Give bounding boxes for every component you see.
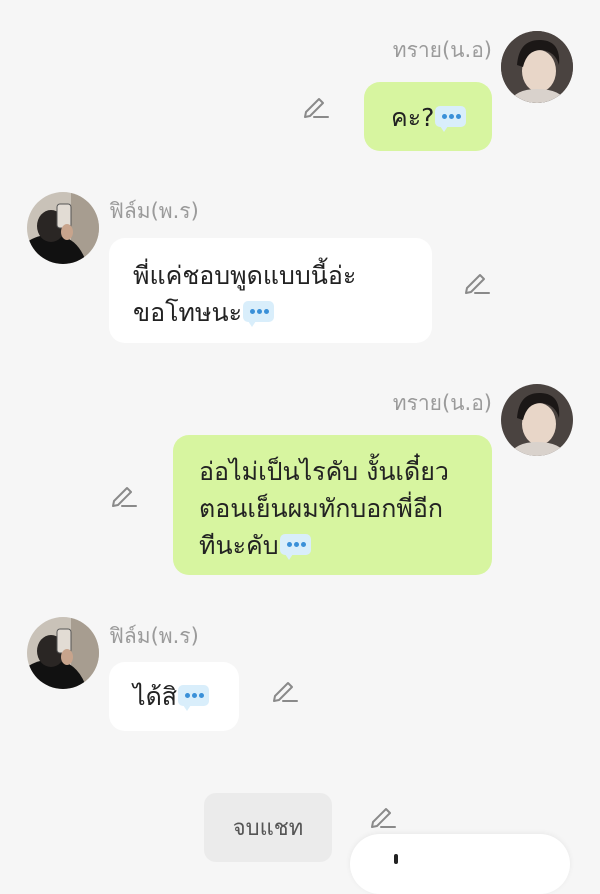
sender-name: ทราย(น.อ)	[392, 38, 492, 62]
speech-ellipsis-icon	[435, 105, 467, 132]
message-bubble[interactable]: พี่แค่ชอบพูดแบบนี้อ่ะ ขอโทษนะ	[109, 238, 432, 343]
message-line: คะ?	[391, 99, 492, 136]
message-bubble[interactable]: อ่อไม่เป็นไรคับ งั้นเดี๋ยว ตอนเย็นผมทักบ…	[173, 435, 492, 575]
message-line: ขอโทษนะ	[133, 294, 432, 331]
avatar-image	[27, 617, 99, 689]
speech-ellipsis-icon	[279, 533, 311, 560]
message-bubble[interactable]: ได้สิ	[109, 662, 239, 731]
pencil-icon[interactable]	[110, 481, 138, 509]
speech-ellipsis-icon	[243, 300, 275, 327]
pencil-icon[interactable]	[271, 676, 299, 704]
message-line: อ่อไม่เป็นไรคับ งั้นเดี๋ยว	[199, 457, 449, 486]
speech-ellipsis-icon	[178, 684, 210, 711]
sender-name: ฟิล์ม(พ.ร)	[109, 624, 199, 648]
avatar-image	[27, 192, 99, 264]
sender-name: ทราย(น.อ)	[392, 391, 492, 415]
avatar-sai[interactable]	[501, 384, 573, 456]
message-line: พี่แค่ชอบพูดแบบนี้อ่ะ	[133, 261, 357, 290]
avatar-film[interactable]	[27, 617, 99, 689]
bottom-action-card[interactable]	[350, 834, 570, 894]
pencil-icon[interactable]	[369, 802, 397, 830]
pencil-icon[interactable]	[302, 92, 330, 120]
partial-label	[394, 854, 398, 864]
avatar-film[interactable]	[27, 192, 99, 264]
avatar-sai[interactable]	[501, 31, 573, 103]
message-line: ได้สิ	[133, 678, 239, 715]
avatar-image	[501, 31, 573, 103]
sender-name: ฟิล์ม(พ.ร)	[109, 199, 199, 223]
message-bubble[interactable]: คะ?	[364, 82, 492, 151]
avatar-image	[501, 384, 573, 456]
message-line: ทีนะคับ	[199, 527, 492, 564]
message-line: ตอนเย็นผมทักบอกพี่อีก	[199, 494, 444, 523]
end-chat-button[interactable]: จบแชท	[204, 793, 332, 862]
pencil-icon[interactable]	[463, 268, 491, 296]
